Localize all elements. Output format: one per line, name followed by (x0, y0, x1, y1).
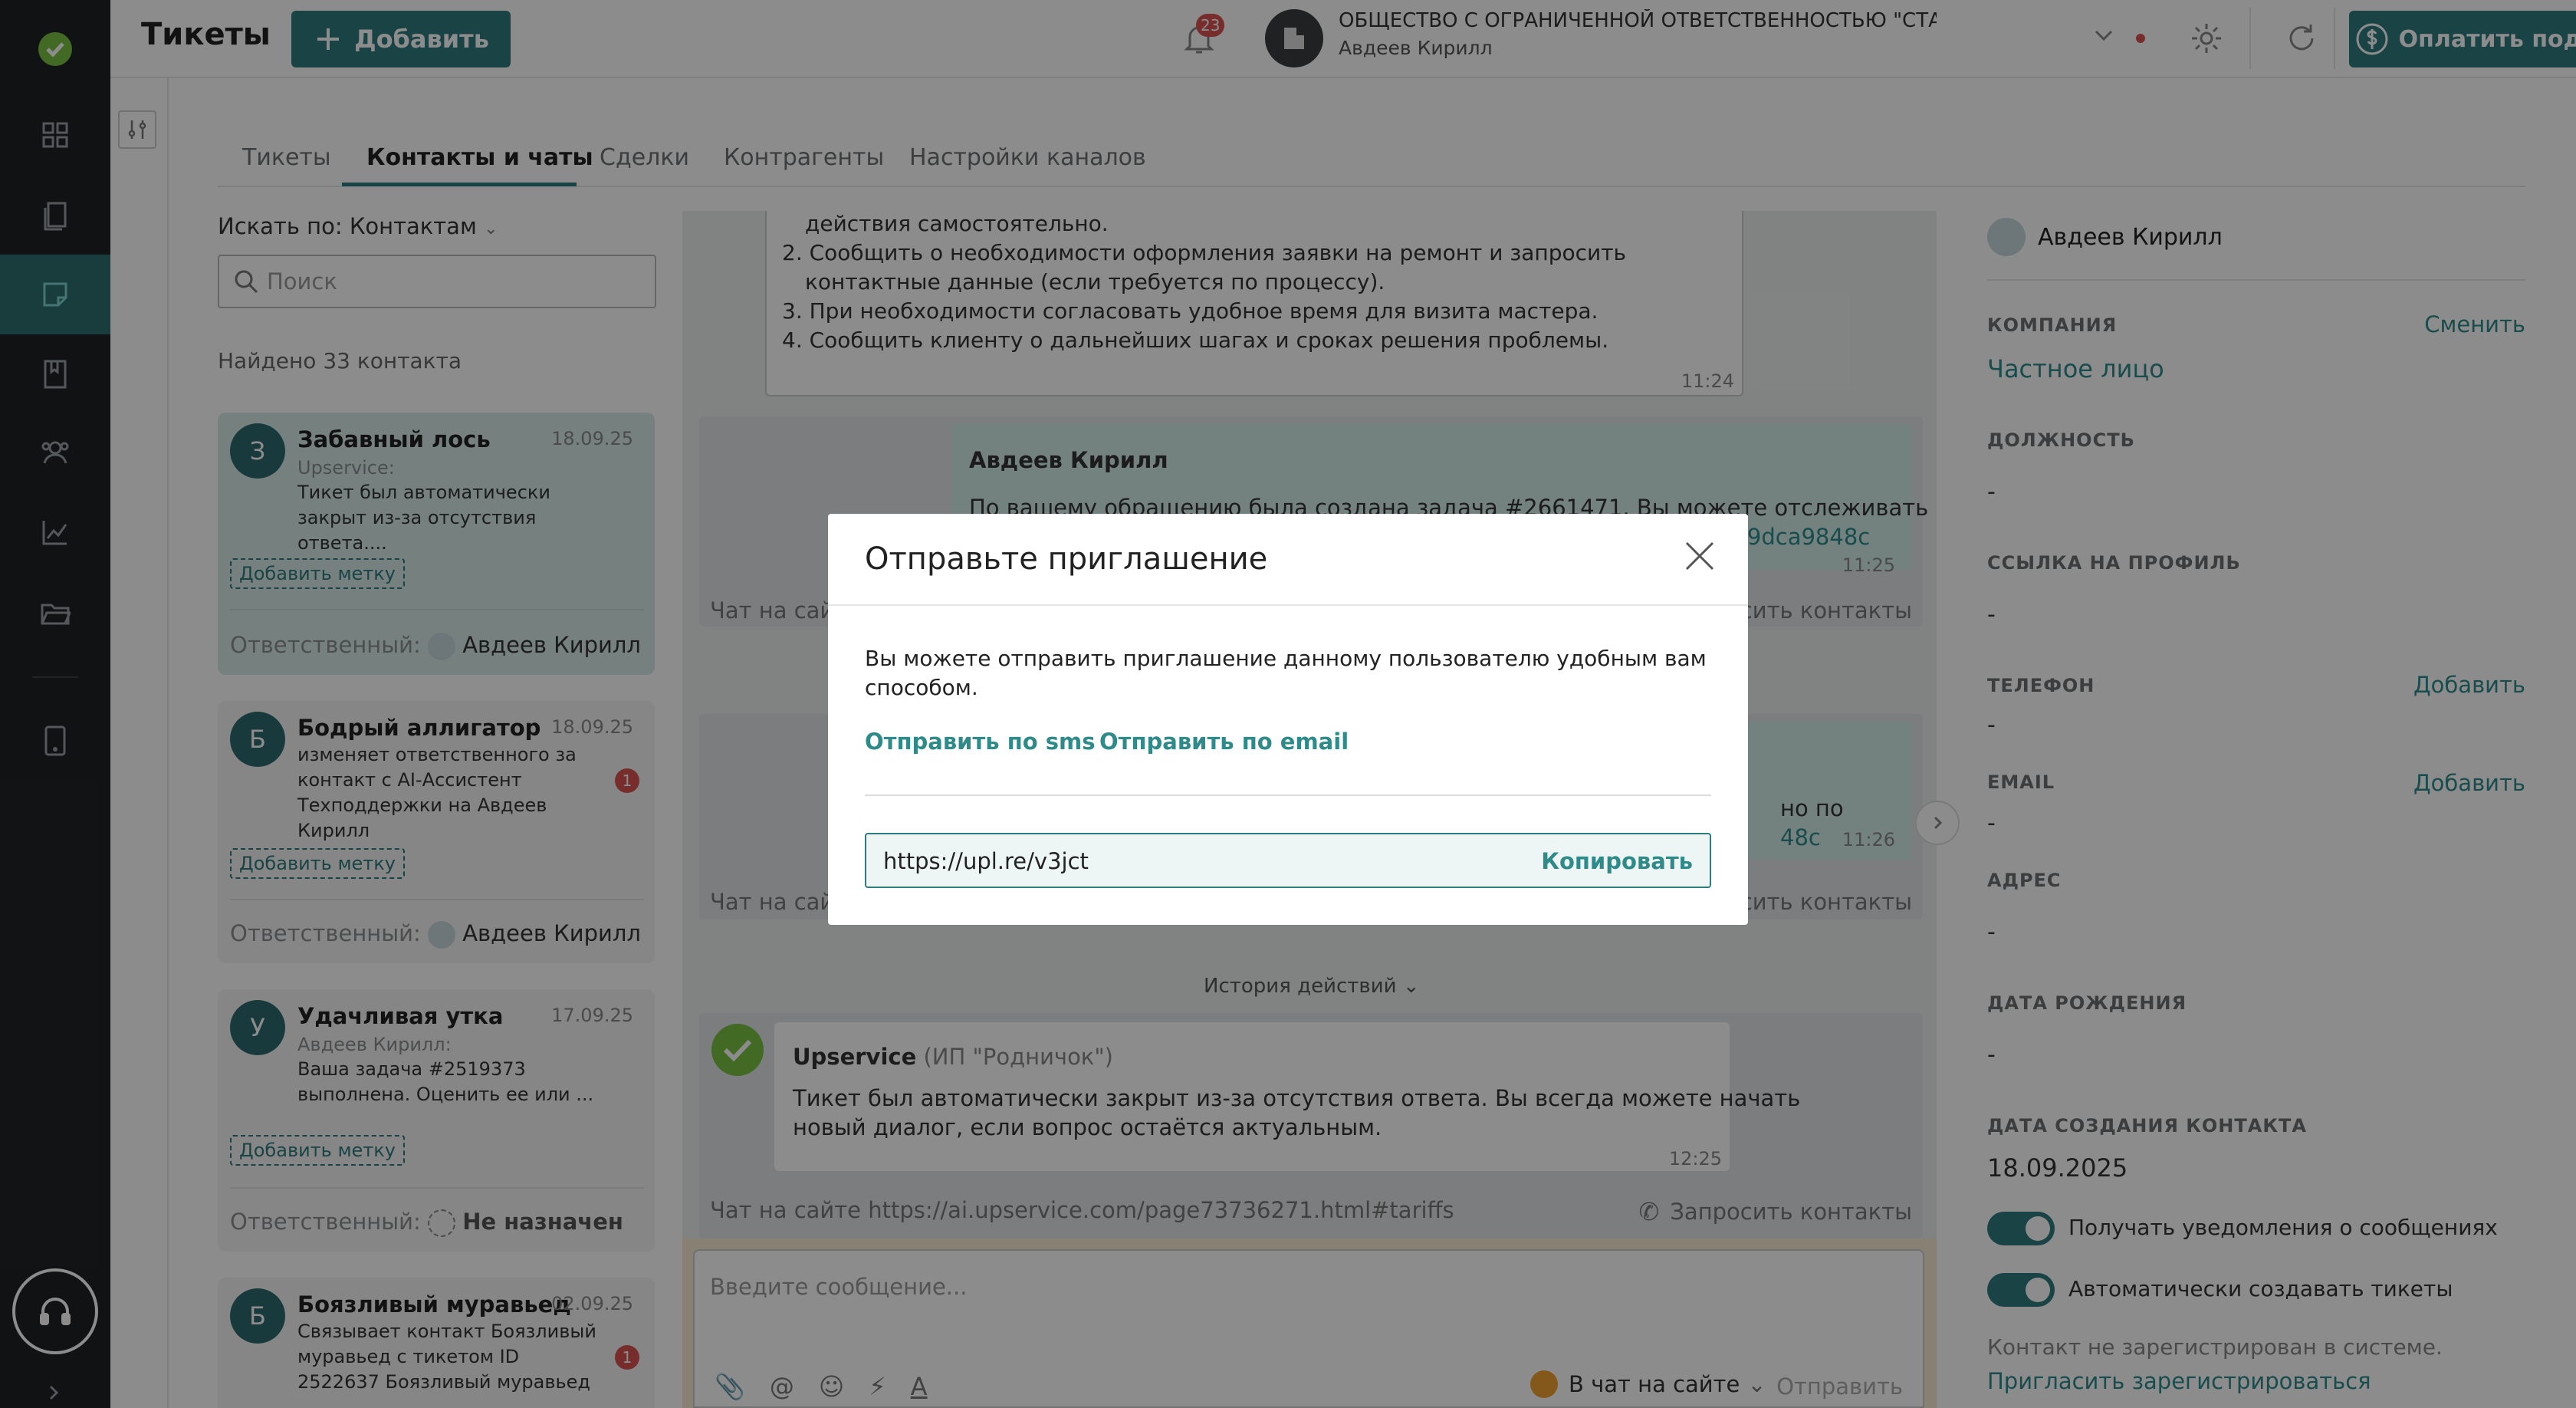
modal-header-divider (828, 604, 1748, 606)
modal-text-line: Вы можете отправить приглашение данному … (865, 646, 1707, 671)
invite-link-value: https://upl.re/v3jct (883, 848, 1089, 874)
invite-link-field[interactable]: https://upl.re/v3jct Копировать (865, 833, 1711, 888)
copy-button[interactable]: Копировать (1541, 848, 1693, 874)
modal-text: Вы можете отправить приглашение данному … (865, 644, 1707, 702)
modal-title: Отправьте приглашение (865, 541, 1268, 577)
modal-text-line: способом. (865, 675, 978, 700)
invite-modal: Отправьте приглашение Вы можете отправит… (828, 514, 1748, 925)
send-sms-link[interactable]: Отправить по sms (865, 729, 1096, 755)
close-icon[interactable] (1684, 540, 1716, 572)
modal-divider (865, 794, 1711, 796)
send-email-link[interactable]: Отправить по email (1099, 729, 1349, 755)
